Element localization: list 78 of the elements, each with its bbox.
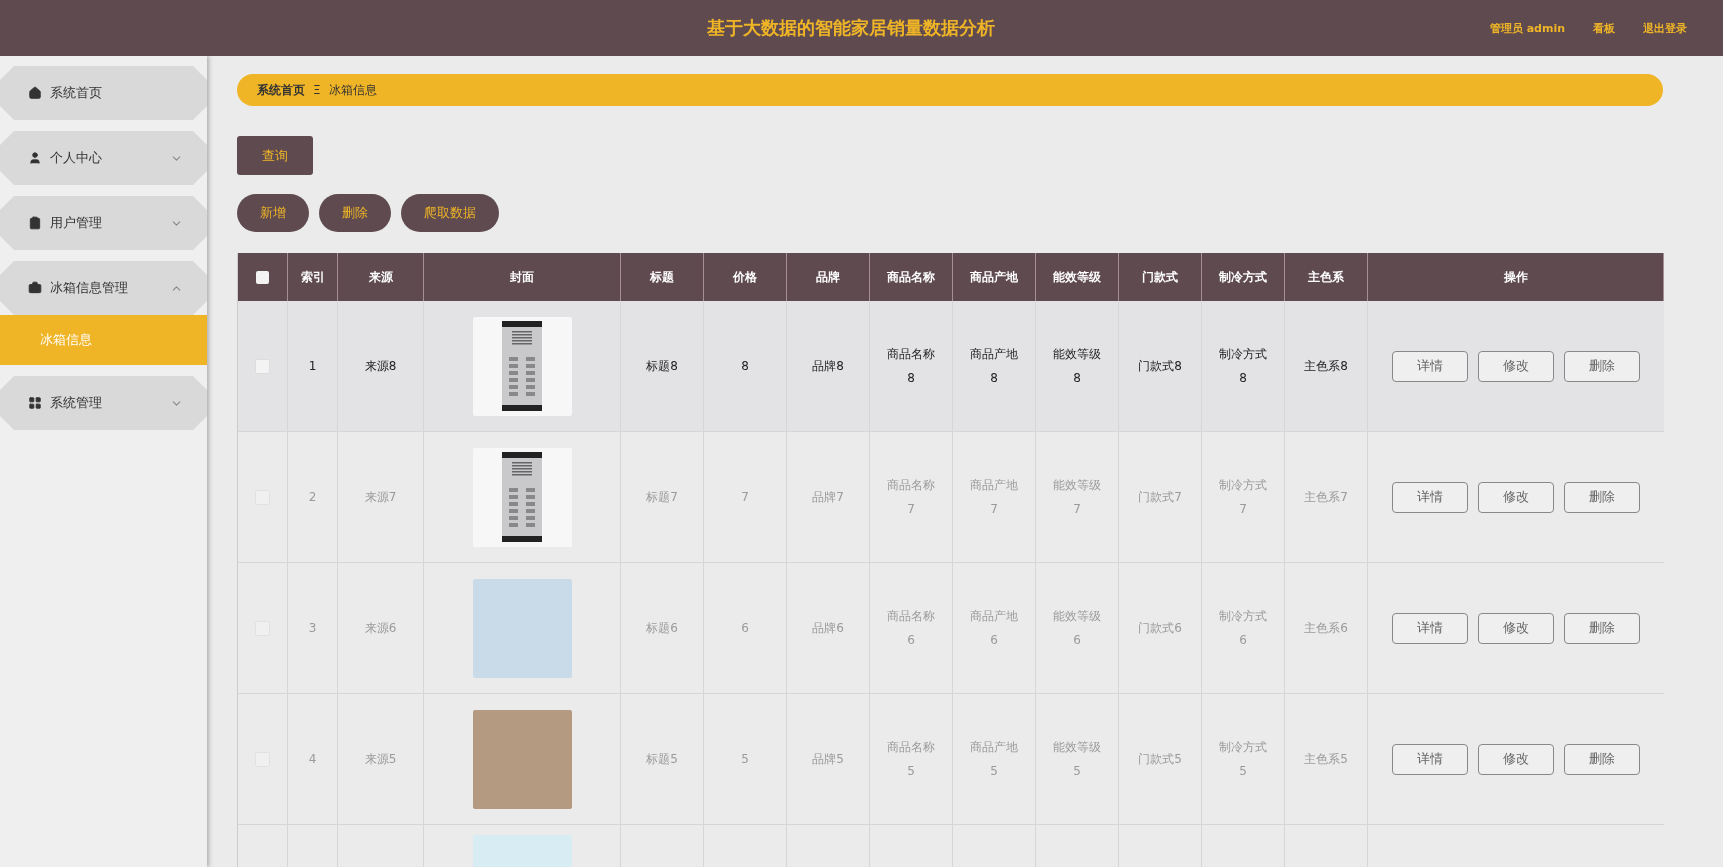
table-cell-text: 来源6 xyxy=(364,620,397,637)
row-action-button[interactable]: 删除 xyxy=(1564,612,1640,644)
clipboard-icon xyxy=(28,216,42,230)
table-cell-text: 4 xyxy=(308,751,317,768)
table-cell-text: 门款式6 xyxy=(1138,620,1182,637)
table-cell-text: 来源5 xyxy=(364,751,397,768)
user-icon xyxy=(28,151,42,165)
table-cell-text: 制冷方式5 xyxy=(1218,739,1268,780)
grid-icon xyxy=(28,396,42,410)
table-cell-text: 5 xyxy=(741,751,749,768)
table-cell-text: 制冷方式8 xyxy=(1218,346,1268,387)
home-icon xyxy=(28,86,42,100)
breadcrumb-link[interactable]: 冰箱信息 xyxy=(328,81,377,99)
action-button[interactable]: 删除 xyxy=(319,194,391,232)
table-cell-text: 商品名称8 xyxy=(886,346,936,387)
sidebar-item[interactable]: 用户管理 xyxy=(0,196,207,250)
table-cell-text: 主色系6 xyxy=(1304,620,1348,637)
row-action-button[interactable]: 修改 xyxy=(1478,612,1554,644)
row-action-button[interactable]: 修改 xyxy=(1478,350,1554,382)
breadcrumb-link[interactable]: 系统首页 xyxy=(257,81,305,99)
table-cell-text: 1 xyxy=(308,358,317,375)
row-action-button[interactable]: 详情 xyxy=(1392,350,1468,382)
row-action-button[interactable]: 详情 xyxy=(1392,743,1468,775)
table-cell-text: 商品产地8 xyxy=(969,346,1019,387)
table-cell-text: 能效等级5 xyxy=(1052,739,1102,780)
row-action-button[interactable]: 删除 xyxy=(1564,350,1640,382)
table-cell-text: 商品产地6 xyxy=(969,608,1019,649)
select-all-checkbox[interactable] xyxy=(256,270,269,284)
table-cell-text: 能效等级6 xyxy=(1052,608,1102,649)
table-cell-text: 商品产地7 xyxy=(969,477,1019,518)
table-cell-text: 2 xyxy=(308,489,317,506)
table-cell-text: 标题6 xyxy=(646,620,678,637)
sidebar-item[interactable]: 系统管理 xyxy=(0,376,207,430)
table-cell-text: 标题5 xyxy=(646,751,678,768)
table-cell-text: 制冷方式6 xyxy=(1218,608,1268,649)
header-link[interactable]: 退出登录 xyxy=(1643,20,1687,36)
table-cell-text: 品牌6 xyxy=(812,620,844,637)
table-cell-text: 能效等级8 xyxy=(1052,346,1102,387)
row-action-button[interactable]: 详情 xyxy=(1392,612,1468,644)
table-cell-text: 来源8 xyxy=(364,358,397,375)
table-cell-text: 商品名称7 xyxy=(886,477,936,518)
app-title: 基于大数据的智能家居销量数据分析 xyxy=(705,16,996,40)
table-cell-text: 门款式7 xyxy=(1138,489,1182,506)
table-cell-text: 制冷方式7 xyxy=(1218,477,1268,518)
row-action-button[interactable]: 删除 xyxy=(1564,481,1640,513)
row-action-button[interactable]: 修改 xyxy=(1478,481,1554,513)
table-cell-text: 标题7 xyxy=(646,489,678,506)
table-cell-text: 品牌8 xyxy=(812,358,844,375)
table-cell-text: 来源7 xyxy=(364,489,397,506)
sidebar-item[interactable]: 冰箱信息管理 xyxy=(0,261,207,315)
table-cell-text: 商品产地5 xyxy=(969,739,1019,780)
table-cell-text: 主色系5 xyxy=(1304,751,1348,768)
table-cell-text: 品牌5 xyxy=(812,751,844,768)
briefcase-icon xyxy=(28,281,42,295)
table-cell-text: 门款式5 xyxy=(1138,751,1182,768)
row-action-button[interactable]: 删除 xyxy=(1564,743,1640,775)
sidebar-item[interactable]: 系统首页 xyxy=(0,66,207,120)
table-cell-text: 7 xyxy=(741,489,749,506)
row-action-button[interactable]: 修改 xyxy=(1478,743,1554,775)
header-link[interactable]: 看板 xyxy=(1593,20,1615,36)
table-cell-text: 商品名称5 xyxy=(886,739,936,780)
table-cell-text: 8 xyxy=(741,358,749,375)
table-cell-text: 能效等级7 xyxy=(1052,477,1102,518)
table-cell-text: 3 xyxy=(308,620,317,637)
table-cell-text: 主色系8 xyxy=(1304,358,1348,375)
breadcrumb-separator: Ξ xyxy=(313,83,321,97)
action-button[interactable]: 爬取数据 xyxy=(401,194,499,232)
table-cell-text: 标题8 xyxy=(646,358,678,375)
header-link[interactable]: 管理员 admin xyxy=(1489,20,1565,36)
action-button[interactable]: 新增 xyxy=(237,194,309,232)
table-cell-text: 商品名称6 xyxy=(886,608,936,649)
table-cell-text: 主色系7 xyxy=(1304,489,1348,506)
row-action-button[interactable]: 详情 xyxy=(1392,481,1468,513)
sidebar-item[interactable]: 个人中心 xyxy=(0,131,207,185)
search-button[interactable]: 查询 xyxy=(237,136,313,175)
table-cell-text: 门款式8 xyxy=(1138,358,1182,375)
table-cell-text: 6 xyxy=(741,620,749,637)
table-cell-text: 品牌7 xyxy=(812,489,844,506)
